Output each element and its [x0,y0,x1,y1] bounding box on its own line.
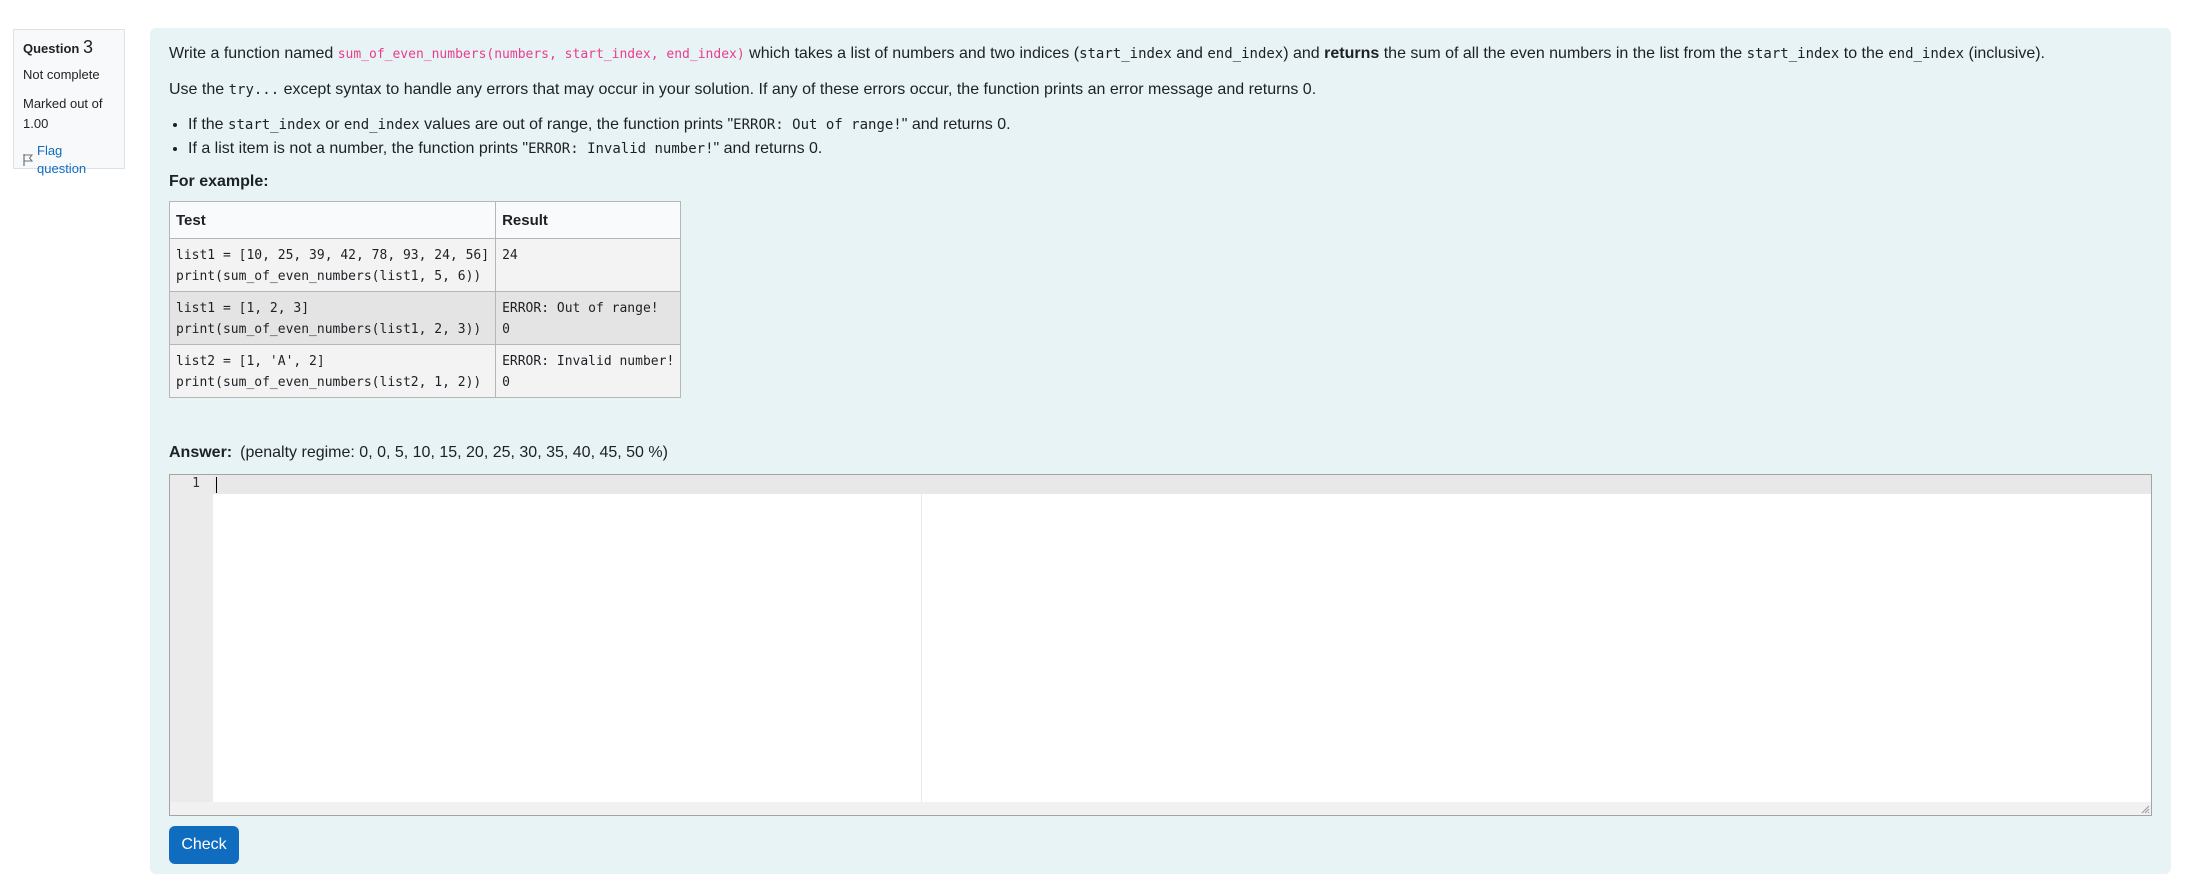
result-cell: ERROR: Invalid number! 0 [495,344,682,398]
horizontal-scrollbar[interactable] [170,802,2151,815]
column-header-result: Result [495,201,682,239]
text-cursor [216,477,217,493]
test-cell: list1 = [10, 25, 39, 42, 78, 93, 24, 56]… [168,238,497,292]
question-state: Not complete [23,67,100,82]
table-row: list1 = [10, 25, 39, 42, 78, 93, 24, 56]… [168,238,682,292]
result-cell: ERROR: Out of range! 0 [495,291,682,345]
requirements-list: If the start_index or end_index values a… [169,113,2152,161]
question-content: Write a function named sum_of_even_numbe… [150,28,2171,874]
line-number: 1 [192,476,200,491]
flag-question-link[interactable]: Flag question [23,142,115,178]
check-button[interactable]: Check [169,826,239,864]
result-cell: 24 [495,238,682,292]
print-margin [921,475,922,802]
resize-handle-icon[interactable] [2140,804,2150,814]
penalty-regime: (penalty regime: 0, 0, 5, 10, 15, 20, 25… [240,444,668,461]
column-header-test: Test [168,201,497,239]
function-signature: sum_of_even_numbers(numbers, start_index… [337,47,745,62]
answer-label: Answer: (penalty regime: 0, 0, 5, 10, 15,… [169,444,668,461]
list-item: If the start_index or end_index values a… [188,113,2152,137]
test-cell: list2 = [1, 'A', 2] print(sum_of_even_nu… [168,344,497,398]
question-info: Question 3 Not complete Marked out of 1.… [13,29,125,176]
question-grade: Marked out of 1.00 [23,96,103,131]
table-row: list2 = [1, 'A', 2] print(sum_of_even_nu… [168,344,682,398]
flag-icon [23,154,33,166]
question-instruction: Use the try... except syntax to handle a… [169,81,1317,98]
editor-gutter: 1 [170,475,213,802]
code-editor[interactable]: 1 [169,474,2152,816]
question-intro: Write a function named sum_of_even_numbe… [169,45,2045,62]
for-example-heading: For example: [169,173,269,190]
table-row: list1 = [1, 2, 3] print(sum_of_even_numb… [168,291,682,345]
quiz-page: Question 3 Not complete Marked out of 1.… [0,0,2187,887]
test-cell: list1 = [1, 2, 3] print(sum_of_even_numb… [168,291,497,345]
examples-table: Test Result list1 = [10, 25, 39, 42, 78,… [168,201,682,398]
list-item: If a list item is not a number, the func… [188,137,2152,161]
active-line[interactable] [213,475,2151,494]
question-number: Question 3 [23,37,93,57]
